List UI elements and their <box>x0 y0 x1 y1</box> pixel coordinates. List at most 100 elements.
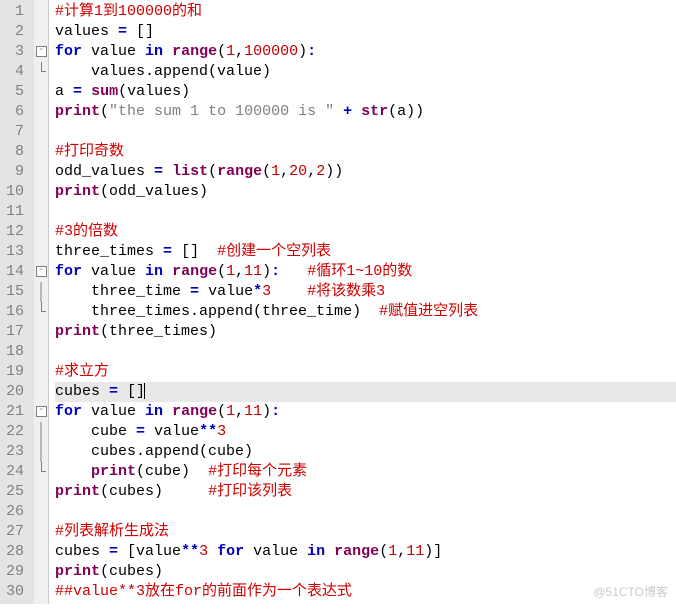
keyword-token: in <box>145 43 163 60</box>
name-token <box>163 403 172 420</box>
name-token: value <box>82 43 145 60</box>
code-line[interactable]: #列表解析生成法 <box>55 522 676 542</box>
operator-token: ** <box>181 543 199 560</box>
code-line[interactable]: three_time = value*3 #将该数乘3 <box>55 282 676 302</box>
number-token: 100000 <box>244 43 298 60</box>
name-token <box>271 283 307 300</box>
comment-token: #求立方 <box>55 363 109 380</box>
code-line[interactable]: three_times.append(three_time) #赋值进空列表 <box>55 302 676 322</box>
code-line[interactable]: #求立方 <box>55 362 676 382</box>
code-line[interactable]: print(cube) #打印每个元素 <box>55 462 676 482</box>
name-token <box>163 163 172 180</box>
fold-marker <box>34 422 48 442</box>
operator-token: = <box>163 243 172 260</box>
fold-marker[interactable]: - <box>34 402 48 422</box>
code-line[interactable]: for value in range(1,100000): <box>55 42 676 62</box>
line-number: 28 <box>0 542 34 562</box>
code-line[interactable]: a = sum(values) <box>55 82 676 102</box>
code-line[interactable]: cubes.append(cube) <box>55 442 676 462</box>
keyword-token: in <box>145 403 163 420</box>
line-number: 5 <box>0 82 34 102</box>
code-line[interactable] <box>55 122 676 142</box>
line-number: 10 <box>0 182 34 202</box>
code-line[interactable]: cube = value**3 <box>55 422 676 442</box>
line-number: 1 <box>0 2 34 22</box>
fold-marker <box>34 2 48 22</box>
fold-marker <box>34 22 48 42</box>
code-line[interactable]: odd_values = list(range(1,20,2)) <box>55 162 676 182</box>
code-line[interactable] <box>55 342 676 362</box>
code-line[interactable]: print(three_times) <box>55 322 676 342</box>
code-line[interactable]: print(cubes) <box>55 562 676 582</box>
fold-marker <box>34 162 48 182</box>
operator-token: = <box>109 383 118 400</box>
line-number: 24 <box>0 462 34 482</box>
number-token: 2 <box>316 163 325 180</box>
code-line[interactable] <box>55 502 676 522</box>
number-token: 11 <box>244 403 262 420</box>
code-editor[interactable]: 1234567891011121314151617181920212223242… <box>0 0 676 604</box>
fold-marker <box>34 222 48 242</box>
code-line[interactable]: cubes = [] <box>55 382 676 402</box>
string-token: "the sum 1 to 100000 is " <box>109 103 334 120</box>
comment-token: #循环1~10的数 <box>307 263 412 280</box>
name-token: (a)) <box>388 103 424 120</box>
name-token <box>163 43 172 60</box>
name-token: cube <box>55 423 136 440</box>
code-line[interactable]: ##value**3放在for的前面作为一个表达式 <box>55 582 676 602</box>
name-token: cubes <box>55 383 109 400</box>
name-token: [] <box>127 23 154 40</box>
code-line[interactable]: #打印奇数 <box>55 142 676 162</box>
builtin-token: print <box>55 103 100 120</box>
comment-token: #3的倍数 <box>55 223 118 240</box>
name-token: [value <box>118 543 181 560</box>
code-line[interactable]: print("the sum 1 to 100000 is " + str(a)… <box>55 102 676 122</box>
fold-toggle-icon[interactable]: - <box>36 406 47 417</box>
name-token: ) <box>298 43 307 60</box>
name-token: )) <box>325 163 343 180</box>
name-token: ) <box>262 403 271 420</box>
line-number: 29 <box>0 562 34 582</box>
comment-token: #打印奇数 <box>55 143 124 160</box>
operator-token: = <box>136 423 145 440</box>
builtin-token: print <box>91 463 136 480</box>
code-line[interactable]: for value in range(1,11): <box>55 402 676 422</box>
code-line[interactable]: three_times = [] #创建一个空列表 <box>55 242 676 262</box>
builtin-token: range <box>334 543 379 560</box>
builtin-token: range <box>172 403 217 420</box>
line-number: 14 <box>0 262 34 282</box>
name-token: cubes.append(cube) <box>55 443 253 460</box>
code-line[interactable]: #3的倍数 <box>55 222 676 242</box>
name-token: , <box>280 163 289 180</box>
name-token: (odd_values) <box>100 183 208 200</box>
fold-marker[interactable]: - <box>34 262 48 282</box>
code-line[interactable]: #计算1到100000的和 <box>55 2 676 22</box>
builtin-token: list <box>172 163 208 180</box>
fold-column[interactable]: - - - <box>34 0 49 604</box>
code-line[interactable]: print(cubes) #打印该列表 <box>55 482 676 502</box>
fold-toggle-icon[interactable]: - <box>36 266 47 277</box>
code-line[interactable]: cubes = [value**3 for value in range(1,1… <box>55 542 676 562</box>
code-area[interactable]: #计算1到100000的和values = []for value in ran… <box>49 0 676 604</box>
number-token: 1 <box>226 263 235 280</box>
number-token: 3 <box>217 423 226 440</box>
name-token: ( <box>379 543 388 560</box>
line-number: 19 <box>0 362 34 382</box>
name-token: ( <box>100 103 109 120</box>
line-number: 22 <box>0 422 34 442</box>
fold-marker[interactable]: - <box>34 42 48 62</box>
code-line[interactable] <box>55 202 676 222</box>
comment-token: #创建一个空列表 <box>217 243 331 260</box>
line-number: 9 <box>0 162 34 182</box>
code-line[interactable]: print(odd_values) <box>55 182 676 202</box>
comment-token: #列表解析生成法 <box>55 523 169 540</box>
code-line[interactable]: values = [] <box>55 22 676 42</box>
fold-marker <box>34 482 48 502</box>
fold-toggle-icon[interactable]: - <box>36 46 47 57</box>
code-line[interactable]: for value in range(1,11): #循环1~10的数 <box>55 262 676 282</box>
builtin-token: str <box>361 103 388 120</box>
name-token: ( <box>262 163 271 180</box>
keyword-token: for <box>55 43 82 60</box>
operator-token: = <box>118 23 127 40</box>
code-line[interactable]: values.append(value) <box>55 62 676 82</box>
